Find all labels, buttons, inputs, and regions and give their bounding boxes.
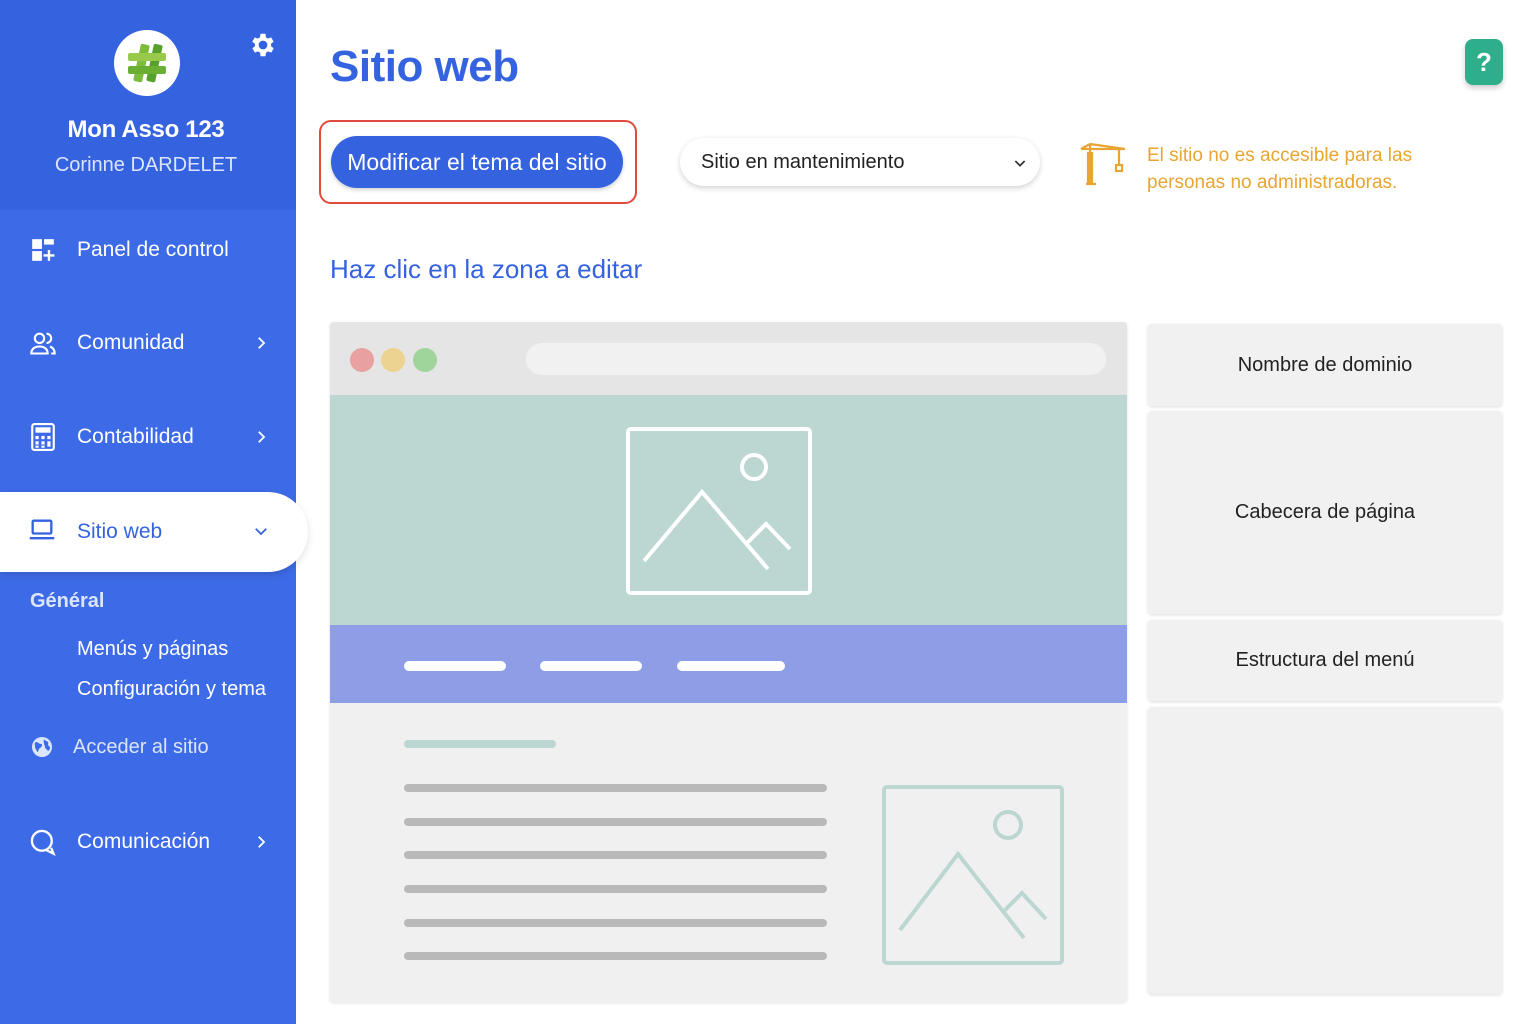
zone-page-header[interactable]: Cabecera de página (1148, 411, 1502, 614)
nav-label: Panel de control (77, 238, 229, 261)
zone-menu-structure[interactable]: Estructura del menú (1148, 620, 1502, 701)
nav-item-community[interactable]: Comunidad (0, 313, 296, 373)
org-logo[interactable] (114, 30, 180, 96)
url-bar (526, 343, 1106, 375)
zone-label: Nombre de dominio (1237, 353, 1413, 376)
globe-icon (30, 735, 56, 761)
site-status-select[interactable]: Sitio en mantenimiento (680, 138, 1040, 186)
content-heading-line (404, 740, 556, 748)
nav-label: Contabilidad (77, 425, 194, 448)
community-icon (28, 328, 58, 358)
window-dot-green (413, 348, 437, 372)
user-name: Corinne DARDELET (54, 154, 238, 176)
modify-theme-button[interactable]: Modificar el tema del sitio (331, 136, 623, 188)
chevron-right-icon (252, 833, 270, 851)
chevron-right-icon (252, 428, 270, 446)
laptop-icon (28, 516, 58, 546)
window-dot-red (350, 348, 374, 372)
help-button[interactable]: ? (1465, 39, 1503, 85)
image-placeholder-icon (626, 427, 812, 595)
access-site-link[interactable]: Acceder al sitio (0, 730, 296, 766)
zone-content[interactable] (1148, 707, 1502, 994)
content-line (404, 784, 827, 792)
zone-label: Estructura del menú (1235, 649, 1415, 671)
window-dot-yellow (381, 348, 405, 372)
submenu-heading: Général (30, 590, 105, 612)
page-title: Sitio web (330, 42, 519, 91)
zone-label: Cabecera de página (1234, 501, 1416, 523)
menu-placeholder-line (404, 661, 506, 671)
dashboard-icon (28, 235, 58, 265)
chevron-down-icon (1012, 154, 1028, 170)
menu-placeholder-line (677, 661, 785, 671)
editor-instruction: Haz clic en la zona a editar (330, 254, 643, 284)
preview-header-zone[interactable] (330, 395, 1127, 625)
nav-item-dashboard[interactable]: Panel de control (0, 220, 296, 280)
nav-item-communication[interactable]: Comunicación (0, 812, 296, 872)
chevron-down-icon (252, 522, 270, 540)
nav-label: Comunidad (77, 331, 185, 354)
chat-icon (28, 827, 58, 857)
zone-domain-name[interactable]: Nombre de dominio (1148, 324, 1502, 406)
sidebar: Mon Asso 123 Corinne DARDELET Panel de c… (0, 0, 308, 1024)
content-line (404, 851, 827, 859)
sidebar-header: Mon Asso 123 Corinne DARDELET (0, 0, 296, 210)
menu-placeholder-line (540, 661, 642, 671)
crane-icon (1078, 138, 1128, 188)
submenu-link-config-theme[interactable]: Configuración y tema (77, 678, 266, 701)
site-status-value: Sitio en mantenimiento (701, 151, 905, 173)
maintenance-warning: El sitio no es accesible para las person… (1147, 145, 1413, 193)
access-label: Acceder al sitio (73, 736, 209, 758)
org-name: Mon Asso 123 (67, 116, 225, 143)
chevron-right-icon (252, 334, 270, 352)
nav-item-website[interactable]: Sitio web (0, 492, 308, 572)
browser-bar (330, 322, 1127, 395)
gear-icon[interactable] (248, 30, 278, 60)
submenu-link-menus-pages[interactable]: Menús y páginas (77, 638, 228, 661)
content-line (404, 885, 827, 893)
site-preview[interactable] (330, 322, 1127, 1002)
calculator-icon (28, 422, 58, 452)
nav-item-accounting[interactable]: Contabilidad (0, 407, 296, 467)
content-line (404, 919, 827, 927)
image-placeholder-icon (882, 785, 1064, 965)
content-line (404, 952, 827, 960)
nav-label: Comunicación (77, 830, 211, 853)
nav-label: Sitio web (77, 520, 163, 543)
content-line (404, 818, 827, 826)
